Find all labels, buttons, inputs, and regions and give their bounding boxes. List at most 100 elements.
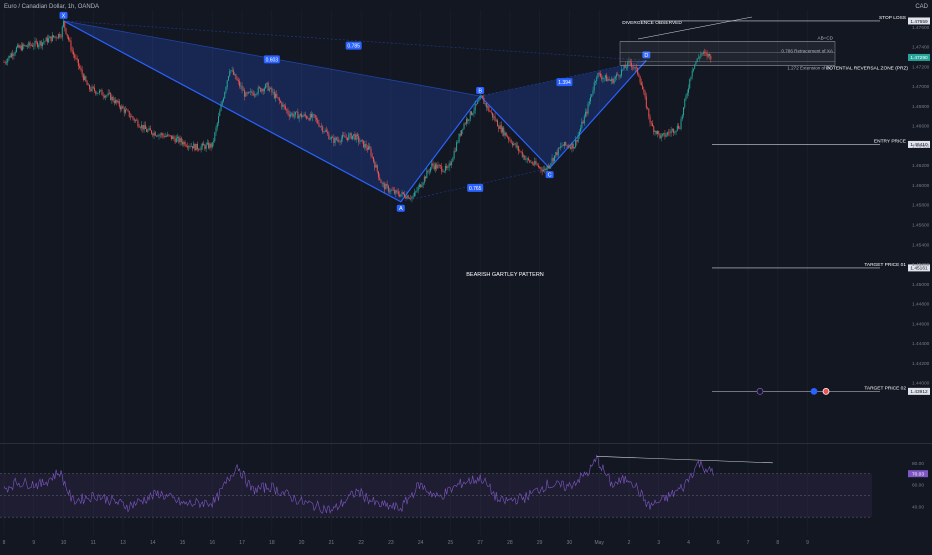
candle-body	[142, 124, 144, 130]
candle-body	[353, 134, 355, 136]
candle-body	[323, 131, 325, 133]
candle-body	[251, 91, 253, 94]
chart-stage[interactable]: X A B C D 0.603 0.785 1.394 0.765 BEARISH GARTLEY…	[0, 0, 932, 550]
candle-body	[17, 44, 19, 48]
candle-body	[458, 133, 460, 143]
candle-body	[532, 163, 534, 165]
candle-body	[133, 118, 135, 121]
candle-body	[580, 128, 582, 132]
candle-body	[650, 122, 652, 124]
candle-body	[216, 122, 218, 128]
candle-body	[183, 141, 185, 145]
candle-body	[141, 124, 143, 128]
candle-body	[363, 140, 365, 148]
candle-body	[692, 68, 694, 71]
candle-body	[170, 135, 172, 140]
candle-body	[456, 142, 458, 152]
candle-body	[364, 143, 366, 148]
x-tick: 11	[91, 540, 96, 546]
candle-body	[292, 113, 294, 117]
candle-body	[695, 61, 697, 65]
candle-body	[299, 113, 301, 116]
candle-body	[94, 87, 96, 91]
candle-body	[588, 101, 590, 104]
candle-body	[151, 130, 153, 134]
candle-body	[318, 123, 320, 127]
target1-label: TARGET PRICE 01	[864, 262, 906, 268]
candle-body	[441, 166, 443, 172]
candle-body	[599, 73, 601, 77]
candle-body	[187, 146, 189, 148]
candle-body	[227, 76, 229, 81]
candle-body	[542, 169, 544, 172]
x-tick: 6	[717, 540, 720, 546]
candle-body	[628, 61, 630, 62]
candle-body	[603, 77, 605, 79]
candle-body	[506, 136, 508, 138]
candle-body	[102, 95, 104, 97]
candle-body	[376, 164, 378, 172]
candle-body	[354, 134, 356, 140]
candle-body	[469, 111, 471, 120]
candle-body	[652, 123, 654, 127]
candle-body	[358, 136, 360, 142]
candle-body	[226, 80, 228, 88]
candle-body	[10, 53, 12, 58]
candle-body	[544, 168, 546, 170]
candle-body	[453, 150, 455, 159]
candle-body	[448, 163, 450, 168]
candle-body	[437, 165, 439, 169]
candle-body	[492, 112, 494, 118]
candle-body	[629, 61, 631, 63]
candle-body	[334, 137, 336, 143]
y-tick: 1.46600	[912, 124, 930, 130]
candle-body	[149, 128, 151, 131]
x-tick: 29	[537, 540, 543, 546]
candle-body	[117, 101, 119, 103]
price-chart[interactable]: XABCD0.6030.7851.3940.765BEARISH GARTLEY…	[0, 0, 932, 550]
candle-body	[50, 36, 52, 42]
candle-body	[489, 111, 491, 112]
candle-body	[240, 85, 242, 87]
candle-body	[123, 108, 125, 113]
candle-body	[686, 92, 688, 96]
candle-body	[139, 127, 141, 128]
candle-body	[427, 170, 429, 172]
rsi-divergence-line	[596, 456, 773, 464]
candle-body	[244, 90, 246, 97]
candle-body	[585, 111, 587, 117]
candle-body	[236, 79, 238, 81]
candle-body	[360, 139, 362, 142]
candle-body	[65, 27, 67, 34]
candle-body	[67, 36, 69, 40]
candle-body	[480, 95, 482, 97]
candle-body	[356, 134, 358, 137]
candle-body	[524, 155, 526, 160]
candle-body	[20, 45, 22, 51]
candle-body	[547, 165, 549, 168]
candle-body	[98, 90, 100, 93]
candle-body	[232, 70, 234, 75]
candle-body	[328, 133, 330, 140]
candle-body	[416, 190, 418, 192]
candle-body	[639, 76, 641, 83]
ratio-label: 0.785	[347, 44, 360, 50]
candle-body	[505, 132, 507, 137]
candle-body	[337, 139, 339, 141]
candle-body	[303, 114, 305, 117]
y-tick: 1.46000	[912, 183, 930, 189]
candle-body	[77, 59, 79, 66]
candle-body	[525, 159, 527, 160]
candle-body	[395, 190, 397, 194]
candle-body	[408, 198, 410, 199]
entry-label: ENTRY PRICE	[874, 138, 906, 144]
stop_loss-label: STOP LOSS	[879, 15, 906, 21]
candle-body	[308, 118, 310, 121]
candle-body	[397, 191, 399, 195]
x-tick: 9	[806, 540, 809, 546]
candle-body	[470, 111, 472, 115]
candle-body	[421, 185, 423, 188]
candle-body	[508, 137, 510, 140]
candle-body	[92, 86, 94, 88]
candle-body	[222, 98, 224, 102]
